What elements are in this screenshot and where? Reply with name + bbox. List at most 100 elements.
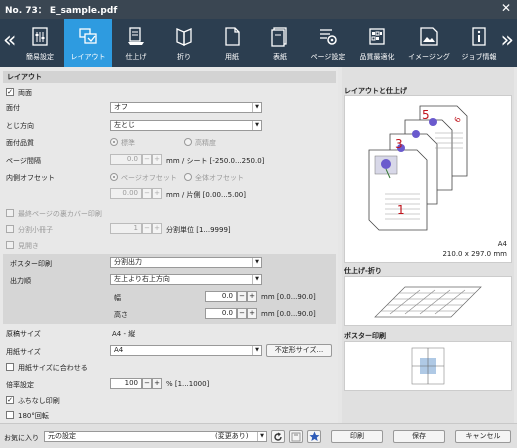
imposition-quality-label: 面付品質 [6,139,34,147]
page-gap-increment[interactable]: + [152,154,162,165]
refresh-button[interactable] [271,430,285,443]
tab-cover[interactable]: 表紙 [256,19,304,67]
tab-label: ページ設定 [310,53,346,61]
paper-icon [225,27,240,46]
imposition-select[interactable]: オフ ▼ [110,102,262,113]
page-gap-decrement[interactable]: − [142,154,152,165]
split-booklet-input[interactable]: 1 [110,223,142,234]
poster-height-decrement[interactable]: − [237,308,247,319]
tab-quality[interactable]: 品質最適化 [352,19,402,67]
chevron-down-icon: ▼ [252,275,261,284]
simple-settings-icon [32,27,48,46]
page-gap-label: ページ間隔 [6,157,41,165]
page-offset-radio[interactable] [110,173,118,181]
custom-size-button[interactable]: 不定形サイズ... [266,344,332,357]
poster-preview-box [344,341,512,391]
duplex-checkbox[interactable]: ✓ [6,88,14,96]
page-settings-icon [320,29,337,45]
poster-height-increment[interactable]: + [247,308,257,319]
imaging-icon [420,27,438,46]
next-tabs-icon[interactable]: » [501,28,514,54]
favorites-state: (変更あり) [215,432,249,440]
tab-imaging[interactable]: イメージング [402,19,456,67]
paper-size-select[interactable]: A4 ▼ [110,345,262,356]
page-number-5: 5 [422,108,430,122]
section-header: レイアウト [3,71,336,83]
output-order-label: 出力順 [10,277,31,285]
inner-offset-decrement[interactable]: − [142,188,152,199]
output-order-select[interactable]: 左上より右上方向 ▼ [110,274,262,285]
split-booklet-decrement[interactable]: − [142,223,152,234]
split-booklet-checkbox[interactable] [6,225,14,233]
finishing-icon [128,27,144,45]
poster-select[interactable]: 分割出力 ▼ [110,257,262,268]
borderless-label: ふちなし印刷 [18,397,60,405]
original-size-value: A4 - 縦 [112,330,136,338]
chevron-down-icon: ▼ [252,258,261,267]
quality-standard-radio[interactable] [110,138,118,146]
scale-label: 倍率設定 [6,381,34,389]
star-icon [309,431,319,441]
fold-preview-box [344,276,512,326]
rotate180-label: 180°回転 [18,412,49,420]
poster-preview-image [411,347,445,385]
tab-job-info[interactable]: ジョブ情報 [456,19,502,67]
poster-label: ポスター印刷 [10,260,52,268]
tab-layout[interactable]: レイアウト [64,19,112,67]
inner-offset-increment[interactable]: + [152,188,162,199]
refresh-icon [274,432,282,441]
poster-width-input[interactable]: 0.0 [205,291,237,302]
print-button[interactable]: 印刷 [331,430,383,443]
poster-width-label: 幅 [114,294,121,302]
tab-label: 品質最適化 [359,53,395,61]
quality-high-radio[interactable] [184,138,192,146]
borderless-checkbox[interactable]: ✓ [6,396,14,404]
scale-input[interactable]: 100 [110,378,142,389]
poster-width-decrement[interactable]: − [237,291,247,302]
fit-to-paper-label: 用紙サイズに合わせる [18,364,88,372]
scale-increment[interactable]: + [152,378,162,389]
cancel-button[interactable]: キャンセル [455,430,511,443]
layout-preview-image: 1 3 5 6 [368,105,468,231]
favorites-select[interactable]: 元の設定 (変更あり) ▼ [44,431,267,442]
spread-checkbox[interactable] [6,241,14,249]
inner-offset-input[interactable]: 0.00 [110,188,142,199]
inner-offset-label: 内側オフセット [6,174,55,182]
poster-height-input[interactable]: 0.0 [205,308,237,319]
page-offset-label: ページオフセット [121,174,177,182]
chevron-down-icon: ▼ [252,346,261,355]
split-booklet-unit: 分割単位 [1...9999] [166,226,231,234]
chevron-down-icon: ▼ [257,432,266,441]
page-number-1: 1 [397,203,405,217]
scale-decrement[interactable]: − [142,378,152,389]
fold-preview-image [374,286,482,318]
prev-tabs-icon[interactable]: « [3,28,16,54]
tab-page-settings[interactable]: ページ設定 [304,19,352,67]
save-favorite-button[interactable] [289,430,303,443]
split-booklet-increment[interactable]: + [152,223,162,234]
tab-folding[interactable]: 折り [160,19,208,67]
save-button[interactable]: 保存 [393,430,445,443]
page-gap-input[interactable]: 0.0 [110,154,142,165]
tab-label: 仕上げ [125,53,147,61]
fit-to-paper-checkbox[interactable] [6,363,14,371]
tab-toolbar: « » 簡易設定 レイアウト 仕上げ 折り 用紙 表紙 ページ設定 品質最適化 … [0,19,517,67]
back-cover-checkbox[interactable] [6,209,14,217]
spread-label: 見開き [18,242,39,250]
tab-finishing[interactable]: 仕上げ [112,19,160,67]
rotate180-checkbox[interactable] [6,411,14,419]
tab-label: 簡易設定 [26,53,54,61]
favorites-label: お気に入り [4,434,39,442]
close-icon[interactable]: ✕ [501,1,511,15]
tab-simple-settings[interactable]: 簡易設定 [16,19,64,67]
total-offset-radio[interactable] [184,173,192,181]
tab-label: 折り [177,53,191,61]
paper-size-label: 用紙サイズ [6,348,41,356]
favorite-star-button[interactable] [307,430,321,443]
binding-select[interactable]: 左とじ ▼ [110,120,262,131]
tab-label: イメージング [408,53,450,61]
poster-width-increment[interactable]: + [247,291,257,302]
tab-paper[interactable]: 用紙 [208,19,256,67]
title-bar: No. 73： E_sample.pdf ✕ [0,0,517,19]
bottom-bar: お気に入り 元の設定 (変更あり) ▼ 印刷 保存 キャンセル [0,423,517,448]
